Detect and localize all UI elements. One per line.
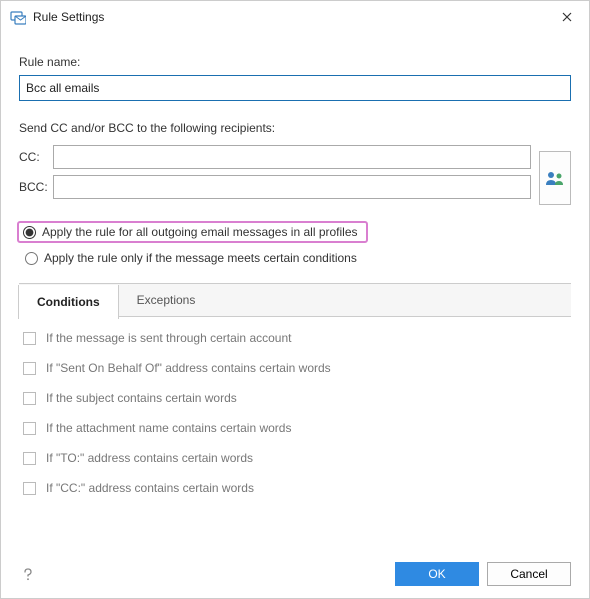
condition-checkbox[interactable] — [23, 362, 36, 375]
scope-cond-radio[interactable] — [25, 252, 38, 265]
condition-checkbox[interactable] — [23, 392, 36, 405]
condition-row[interactable]: If the subject contains certain words — [19, 383, 571, 413]
tabs: Conditions Exceptions — [19, 283, 571, 317]
cancel-button[interactable]: Cancel — [487, 562, 571, 586]
condition-row[interactable]: If "TO:" address contains certain words — [19, 443, 571, 473]
condition-row[interactable]: If the attachment name contains certain … — [19, 413, 571, 443]
condition-row[interactable]: If the message is sent through certain a… — [19, 323, 571, 353]
bcc-row: BCC: — [19, 175, 531, 199]
rule-name-input[interactable] — [19, 75, 571, 101]
close-button[interactable] — [544, 1, 589, 33]
condition-label: If "Sent On Behalf Of" address contains … — [46, 361, 331, 375]
scope-cond-label: Apply the rule only if the message meets… — [44, 251, 357, 265]
cc-label: CC: — [19, 150, 53, 164]
bcc-input[interactable] — [53, 175, 531, 199]
bcc-label: BCC: — [19, 180, 53, 194]
recipients-heading: Send CC and/or BCC to the following reci… — [19, 121, 571, 135]
condition-checkbox[interactable] — [23, 452, 36, 465]
condition-row[interactable]: If "CC:" address contains certain words — [19, 473, 571, 503]
titlebar: Rule Settings — [1, 1, 589, 33]
scope-cond-row[interactable]: Apply the rule only if the message meets… — [19, 247, 571, 269]
condition-label: If the subject contains certain words — [46, 391, 237, 405]
condition-label: If "CC:" address contains certain words — [46, 481, 254, 495]
help-icon — [21, 567, 35, 581]
address-book-button[interactable] — [539, 151, 571, 205]
condition-checkbox[interactable] — [23, 332, 36, 345]
cc-input[interactable] — [53, 145, 531, 169]
cc-row: CC: — [19, 145, 531, 169]
app-icon — [9, 8, 27, 26]
condition-row[interactable]: If "Sent On Behalf Of" address contains … — [19, 353, 571, 383]
tab-exceptions[interactable]: Exceptions — [119, 284, 215, 316]
condition-label: If the attachment name contains certain … — [46, 421, 291, 435]
people-icon — [545, 170, 565, 186]
condition-checkbox[interactable] — [23, 422, 36, 435]
window-title: Rule Settings — [33, 10, 104, 24]
condition-label: If the message is sent through certain a… — [46, 331, 291, 345]
recipient-block: CC: BCC: — [19, 145, 531, 199]
scope-all-radio[interactable] — [23, 226, 36, 239]
close-icon — [562, 12, 572, 22]
conditions-list: If the message is sent through certain a… — [19, 323, 571, 503]
tab-conditions[interactable]: Conditions — [18, 285, 119, 319]
dialog-content: Rule name: Send CC and/or BCC to the fol… — [1, 33, 589, 503]
condition-label: If "TO:" address contains certain words — [46, 451, 253, 465]
scope-radio-group: Apply the rule for all outgoing email me… — [19, 221, 571, 269]
ok-button[interactable]: OK — [395, 562, 479, 586]
scope-all-label: Apply the rule for all outgoing email me… — [42, 225, 358, 239]
help-button[interactable] — [19, 565, 37, 583]
dialog-footer: OK Cancel — [1, 550, 589, 598]
condition-checkbox[interactable] — [23, 482, 36, 495]
rule-name-label: Rule name: — [19, 55, 571, 69]
scope-all-row[interactable]: Apply the rule for all outgoing email me… — [17, 221, 368, 243]
